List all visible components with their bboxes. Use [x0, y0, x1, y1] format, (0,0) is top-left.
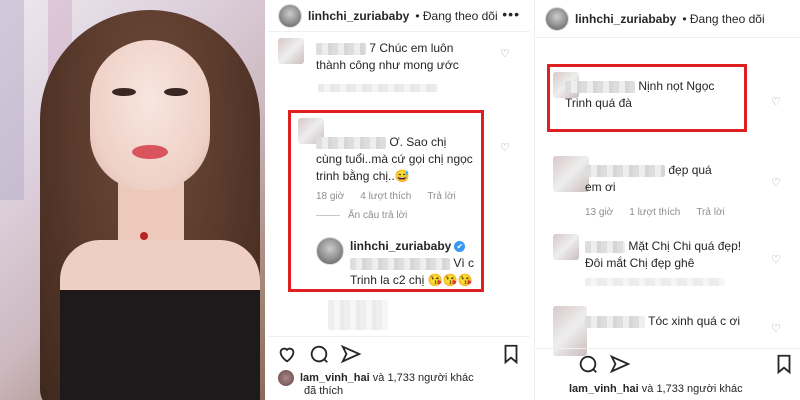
comment-like-heart-icon[interactable]: ♡ [771, 253, 781, 266]
right-comment-2-meta: 13 giờ 1 lượt thích Trả lời [585, 207, 725, 218]
right-comment-3: Mặt Chị Chi quá đẹp! Đôi mắt Chị đẹp ghê [585, 238, 785, 272]
comment-like-heart-icon[interactable]: ♡ [771, 176, 781, 189]
comment-likes-count[interactable]: 1 lượt thích [629, 207, 680, 218]
share-icon[interactable] [609, 353, 631, 375]
comment-1-text: 7 Chúc em luôn [369, 41, 454, 55]
likes-summary[interactable]: lam_vinh_hai và 1,733 người khác [278, 370, 474, 386]
right-comment-2-text-line2: em ơi [585, 180, 616, 194]
blurred-avatar [328, 300, 388, 330]
comment-avatar[interactable] [278, 38, 304, 64]
heart-icon[interactable] [276, 343, 298, 365]
follow-status[interactable]: • Đang theo dõi [415, 9, 497, 23]
post-username[interactable]: linhchi_zuriababy [575, 12, 676, 26]
liker-username[interactable]: lam_vinh_hai [569, 383, 639, 395]
post-header: linhchi_zuriababy • Đang theo dõi ••• [268, 0, 530, 32]
share-icon[interactable] [340, 343, 362, 365]
liker-username[interactable]: lam_vinh_hai [300, 372, 370, 384]
post-photo [0, 0, 265, 400]
right-comment-3-text-line2: Đôi mắt Chị đẹp ghê [585, 256, 695, 270]
comment-like-heart-icon[interactable]: ♡ [500, 47, 510, 60]
blurred-username [585, 164, 665, 177]
comment-icon[interactable] [308, 343, 330, 365]
photo-eye-left [112, 88, 136, 96]
photo-top [60, 290, 260, 400]
blurred-username [585, 240, 625, 253]
comments-panel-right: linhchi_zuriababy • Đang theo dõi Nịnh n… [534, 0, 800, 400]
right-comment-3-text: Mặt Chị Chi quá đẹp! [628, 239, 742, 253]
post-header: linhchi_zuriababy • Đang theo dõi [535, 0, 800, 38]
avatar[interactable] [278, 3, 302, 28]
comment-like-heart-icon[interactable]: ♡ [500, 141, 510, 154]
follow-status[interactable]: • Đang theo dõi [682, 12, 764, 26]
post-actions-bar [535, 348, 800, 378]
photo-face [90, 40, 210, 190]
right-comment-2: đẹp quá em ơi [585, 162, 785, 196]
photo-eye-right [164, 88, 188, 96]
comment-time: 13 giờ [585, 207, 614, 218]
comment-avatar[interactable] [553, 234, 579, 260]
reply-button[interactable]: Trả lời [696, 207, 724, 218]
more-options-icon[interactable]: ••• [502, 6, 520, 22]
comment-1-text-line2: thành công như mong ước [316, 58, 459, 72]
right-comment-4-text: Tóc xinh quá c ơi [648, 314, 741, 328]
comments-panel-left: linhchi_zuriababy • Đang theo dõi ••• 7 … [268, 0, 530, 400]
comment-like-heart-icon[interactable]: ♡ [771, 95, 781, 108]
blurred-username [585, 315, 645, 328]
likes-summary[interactable]: lam_vinh_hai và 1,733 người khác [569, 383, 743, 395]
photo-lips [132, 145, 168, 159]
blurred-username [316, 42, 366, 55]
bookmark-icon[interactable] [500, 343, 522, 365]
right-comment-4: Tóc xinh quá c ơi [585, 313, 785, 330]
liker-avatar [278, 370, 294, 386]
highlight-box [547, 64, 747, 132]
comment-1: 7 Chúc em luôn thành công như mong ước [316, 40, 506, 74]
likes-line2: đã thích [304, 385, 344, 397]
comment-icon[interactable] [577, 353, 599, 375]
comment-like-heart-icon[interactable]: ♡ [771, 322, 781, 335]
post-actions-bar [268, 336, 530, 370]
comment-avatar[interactable] [553, 156, 589, 192]
highlight-box [288, 110, 484, 292]
photo-necklace [140, 232, 148, 240]
right-comment-2-text: đẹp quá [668, 163, 712, 177]
likes-rest: và 1,733 người khác [641, 383, 743, 395]
bookmark-icon[interactable] [773, 353, 795, 375]
blurred-meta [585, 278, 725, 286]
blurred-meta [318, 84, 438, 92]
post-username[interactable]: linhchi_zuriababy [308, 9, 409, 23]
likes-rest: và 1,733 người khác [372, 372, 474, 384]
avatar[interactable] [545, 6, 569, 31]
